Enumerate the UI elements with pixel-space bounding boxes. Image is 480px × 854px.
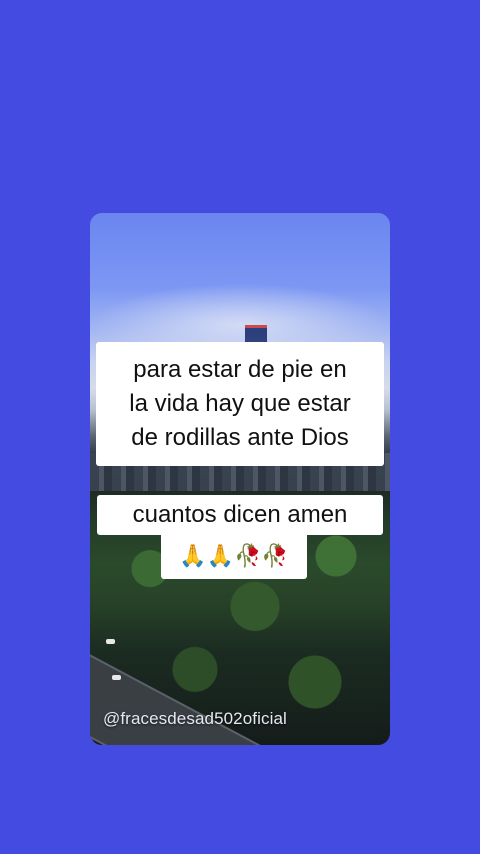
caption-text-box: para estar de pie en la vida hay que est… [96, 342, 384, 466]
car [106, 639, 115, 644]
caption-line: de rodillas ante Dios [131, 424, 349, 451]
caption-line: para estar de pie en [133, 356, 347, 383]
watermark-handle: @fracesdesad502oficial [103, 709, 287, 728]
video-card[interactable] [90, 213, 390, 745]
caption-line: la vida hay que estar [129, 390, 351, 417]
prayer-rose-emojis: 🙏🙏🥀🥀 [161, 535, 307, 579]
car [112, 675, 121, 680]
question-text-box: cuantos dicen amen [97, 495, 383, 535]
